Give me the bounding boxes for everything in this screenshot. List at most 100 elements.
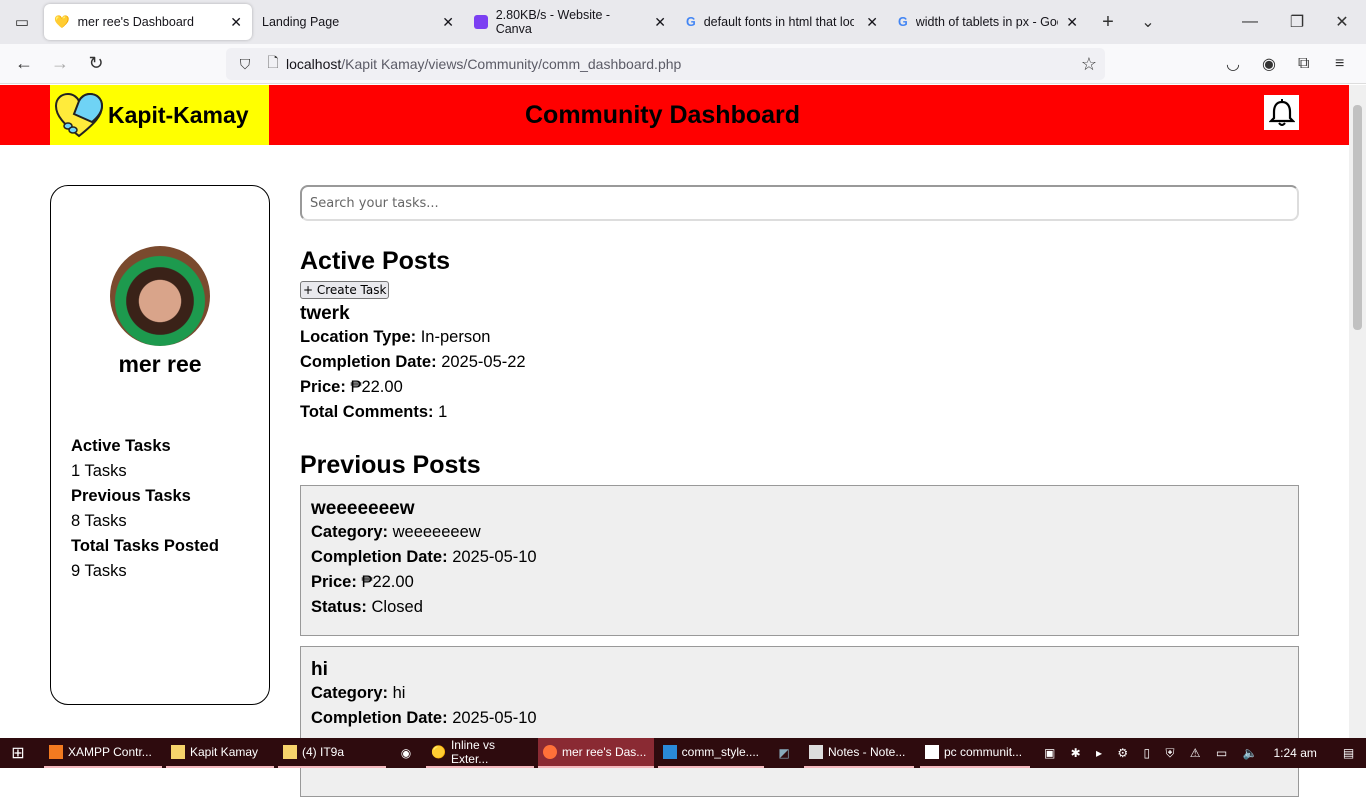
notes-icon — [809, 745, 823, 759]
notifications-icon[interactable]: ▤ — [1343, 746, 1354, 760]
user-name: mer ree — [118, 351, 202, 377]
active-post[interactable]: twerk Location Type: In-person Completio… — [300, 303, 1299, 425]
tab-landing[interactable]: Landing Page ✕ — [252, 4, 464, 40]
taskbar-label: Kapit Kamay — [190, 745, 259, 759]
tab-label: Landing Page — [262, 15, 340, 29]
stat-value: 9 Tasks — [71, 562, 127, 580]
close-icon[interactable]: ✕ — [442, 14, 454, 31]
logo[interactable]: Kapit-Kamay — [50, 85, 269, 145]
pocket-icon[interactable]: ◡ — [1226, 54, 1240, 74]
search-input[interactable] — [300, 185, 1299, 221]
tab-label: mer ree's Dashboard — [77, 15, 194, 29]
folder-icon — [283, 745, 297, 759]
system-tray-icons[interactable]: ▣ ✱ ▸ ⚙ ▯ ⛨ ⚠ ▭ 🔈 — [1044, 746, 1264, 761]
taskbar-item[interactable]: mer ree's Das... — [538, 738, 654, 768]
tab-dashboard[interactable]: 💛 mer ree's Dashboard ✕ — [44, 4, 252, 40]
taskbar-label: (4) IT9a — [302, 745, 345, 759]
post-title: weeeeeeew — [311, 498, 415, 519]
taskbar-item[interactable]: XAMPP Contr... — [44, 738, 162, 768]
taskbar-item[interactable]: Notes - Note... — [804, 738, 914, 768]
close-window-icon[interactable]: ✕ — [1332, 12, 1352, 32]
post-field: Location Type: In-person — [300, 328, 491, 346]
close-icon[interactable]: ✕ — [654, 14, 666, 31]
tab-label: default fonts in html that look — [703, 15, 854, 29]
post-field: Completion Date: 2025-05-22 — [300, 353, 526, 371]
scrollbar-thumb[interactable] — [1353, 105, 1362, 330]
post-field: Completion Date: 2025-05-10 — [311, 548, 537, 566]
browser-tab-bar: ▭ 💛 mer ree's Dashboard ✕ Landing Page ✕ 2.… — [0, 0, 1366, 44]
taskbar-label: mer ree's Das... — [562, 745, 647, 759]
tab-google-fonts[interactable]: Gdefault fonts in html that look ✕ — [676, 4, 888, 40]
forward-icon[interactable]: → — [48, 53, 72, 74]
taskbar-label: comm_style.... — [681, 745, 759, 759]
taskbar-label: XAMPP Contr... — [68, 745, 152, 759]
account-icon[interactable]: ◉ — [1262, 54, 1276, 74]
new-tab-icon[interactable]: + — [1088, 11, 1128, 34]
taskbar-item[interactable]: comm_style.... — [658, 738, 764, 768]
notifications-button[interactable] — [1264, 95, 1299, 130]
chrome-icon: 🟡 — [431, 745, 446, 759]
page-scrollbar[interactable] — [1349, 85, 1366, 738]
previous-post-card[interactable]: weeeeeeew Category: weeeeeeew Completion… — [300, 485, 1299, 636]
vscode-icon — [663, 745, 677, 759]
shield-icon: ⛉ — [239, 55, 251, 72]
google-icon: G — [686, 15, 696, 29]
previous-posts-heading: Previous Posts — [300, 451, 481, 479]
close-icon[interactable]: ✕ — [866, 14, 878, 31]
close-icon[interactable]: ✕ — [230, 14, 242, 31]
stat-label: Total Tasks Posted — [71, 537, 219, 555]
chevron-down-icon[interactable]: ⌄ — [1128, 12, 1168, 32]
tab-list-icon[interactable]: ▭ — [0, 13, 44, 31]
app-icon[interactable]: ◩ — [764, 746, 804, 760]
canva-icon — [474, 15, 488, 29]
post-field: Category: hi — [311, 684, 406, 702]
taskbar-label: Inline vs Exter... — [450, 738, 495, 766]
taskbar-item[interactable]: Kapit Kamay — [166, 738, 274, 768]
back-icon[interactable]: ← — [0, 53, 48, 74]
tab-label: width of tablets in px - Googl — [915, 15, 1059, 29]
avatar — [110, 246, 210, 346]
clock[interactable]: 1:24 am — [1274, 746, 1317, 760]
page-icon: 🗋 — [267, 54, 279, 70]
url-host: localhost — [286, 56, 342, 72]
post-title: hi — [311, 659, 328, 680]
folder-icon — [171, 745, 185, 759]
page-title: Community Dashboard — [525, 101, 801, 129]
close-icon[interactable]: ✕ — [1066, 14, 1078, 31]
reload-icon[interactable]: ↻ — [72, 53, 120, 74]
post-field: Total Comments: 1 — [300, 403, 448, 421]
taskbar-item[interactable]: (4) IT9a — [278, 738, 386, 768]
heart-hands-icon: 💛 — [54, 14, 70, 29]
stat-value: 8 Tasks — [71, 512, 127, 530]
post-field: Completion Date: 2025-05-10 — [311, 709, 537, 727]
heart-handshake-icon — [54, 92, 104, 138]
windows-taskbar: ⊞ XAMPP Contr... Kapit Kamay (4) IT9a ◉ … — [0, 738, 1366, 768]
extensions-icon[interactable]: ⧉ — [1298, 55, 1309, 73]
post-field: Status: Closed — [311, 598, 423, 616]
record-icon[interactable]: ◉ — [386, 746, 426, 760]
tab-canva[interactable]: 2.80KB/s - Website - Canva ✕ — [464, 4, 676, 40]
post-field: Price: ₱22.00 — [300, 378, 403, 396]
stat-value: 1 Tasks — [71, 462, 127, 480]
post-field: Category: weeeeeeew — [311, 523, 481, 541]
brand-name: Kapit-Kamay — [108, 101, 249, 128]
stat-label: Active Tasks — [71, 437, 171, 455]
taskbar-item[interactable]: pc communit... — [920, 738, 1030, 768]
image-icon — [925, 745, 939, 759]
minimize-icon[interactable]: — — [1240, 13, 1260, 31]
tab-google-tablets[interactable]: Gwidth of tablets in px - Googl ✕ — [888, 4, 1088, 40]
stat-label: Previous Tasks — [71, 487, 191, 505]
post-field: Price: ₱22.00 — [311, 573, 414, 591]
tab-label: 2.80KB/s - Website - Canva — [495, 8, 611, 36]
create-task-button[interactable]: + Create Task — [300, 281, 390, 299]
restore-icon[interactable]: ❐ — [1287, 12, 1307, 32]
previous-post-card[interactable]: hi Category: hi Completion Date: 2025-05… — [300, 646, 1299, 797]
menu-icon[interactable]: ≡ — [1335, 55, 1344, 73]
url-bar[interactable]: ⛉ 🗋 localhost/Kapit Kamay/views/Communit… — [226, 48, 1105, 80]
taskbar-item[interactable]: 🟡 Inline vs Exter... — [426, 738, 534, 768]
profile-sidebar: mer ree Active Tasks 1 Tasks Previous Ta… — [50, 185, 270, 705]
firefox-icon — [543, 745, 557, 759]
windows-start-icon[interactable]: ⊞ — [0, 743, 36, 763]
url-path: /Kapit Kamay/views/Community/comm_dashbo… — [341, 56, 682, 72]
bookmark-star-icon[interactable]: ☆ — [1081, 54, 1097, 75]
